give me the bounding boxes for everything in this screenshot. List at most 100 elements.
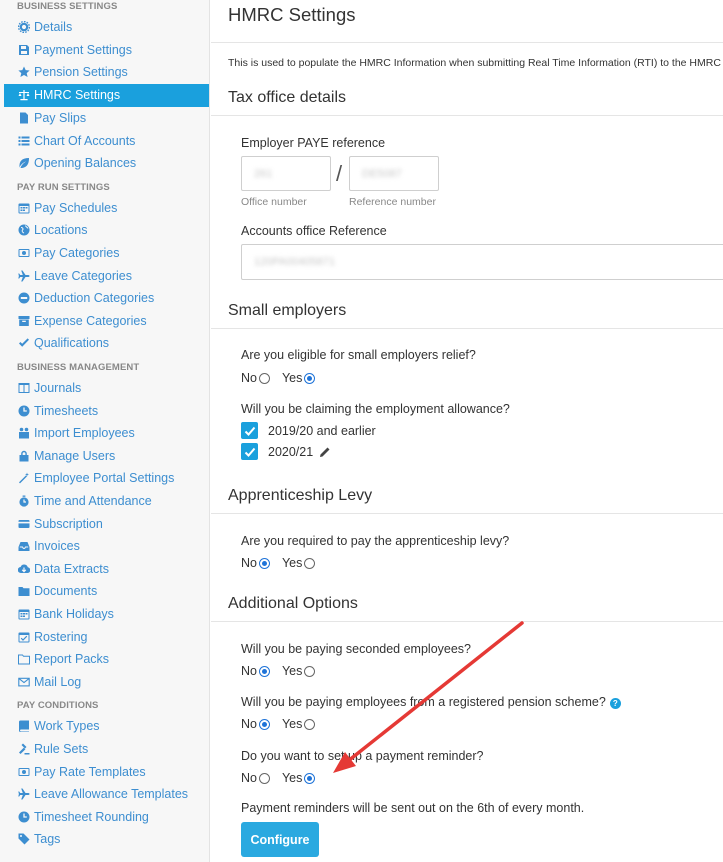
sidebar-item-import-employees[interactable]: Import Employees	[0, 422, 209, 445]
sidebar-item-label: Documents	[34, 584, 98, 599]
sidebar-item-label: Subscription	[34, 516, 103, 531]
sidebar-item-pay-rate-templates[interactable]: Pay Rate Templates	[0, 760, 209, 783]
columns-icon	[18, 382, 30, 394]
sidebar-item-invoices[interactable]: Invoices	[0, 535, 209, 558]
reference-number-input[interactable]: DE5087	[349, 156, 439, 191]
sidebar-item-subscription[interactable]: Subscription	[0, 512, 209, 535]
allowance-2019-checkbox[interactable]	[241, 422, 258, 439]
sidebar-item-label: Chart Of Accounts	[34, 133, 136, 148]
plane-icon	[18, 788, 30, 800]
leaf-icon	[18, 157, 30, 169]
allowance-2020-checkbox[interactable]	[241, 443, 258, 460]
sidebar-item-qualifications[interactable]: Qualifications	[0, 332, 209, 355]
sidebar-item-label: Expense Categories	[34, 313, 147, 328]
divider	[211, 42, 723, 43]
office-number-label: Office number	[241, 196, 307, 208]
apprenticeship-no-radio[interactable]	[258, 557, 270, 569]
office-number-input[interactable]: 261	[241, 156, 331, 191]
allowance-2019-row[interactable]: 2019/20 and earlier	[241, 422, 376, 439]
file-icon	[18, 112, 30, 124]
sidebar-item-payment-settings[interactable]: Payment Settings	[0, 39, 209, 62]
sidebar-item-pay-categories[interactable]: Pay Categories	[0, 242, 209, 265]
sidebar-item-tags[interactable]: Tags	[0, 828, 209, 851]
pencil-icon[interactable]	[319, 446, 331, 458]
sidebar-item-work-types[interactable]: Work Types	[0, 715, 209, 738]
sidebar-item-label: Rostering	[34, 629, 88, 644]
reminder-question: Do you want to set up a payment reminder…	[241, 749, 484, 763]
sidebar-item-leave-categories[interactable]: Leave Categories	[0, 264, 209, 287]
sidebar-item-report-packs[interactable]: Report Packs	[0, 648, 209, 671]
sidebar-item-label: Data Extracts	[34, 561, 110, 576]
sidebar-item-rule-sets[interactable]: Rule Sets	[0, 738, 209, 761]
money-icon	[18, 247, 30, 259]
relief-no-radio[interactable]	[258, 372, 270, 384]
reminder-yes-option[interactable]: Yes	[282, 771, 316, 785]
help-icon[interactable]: ?	[609, 698, 621, 709]
apprenticeship-no-option[interactable]: No	[241, 556, 270, 570]
pension-yes-option[interactable]: Yes	[282, 717, 316, 731]
sidebar-item-journals[interactable]: Journals	[0, 377, 209, 400]
relief-no-option[interactable]: No	[241, 371, 270, 385]
cloud-download-icon	[18, 563, 30, 575]
sidebar-item-deduction-categories[interactable]: Deduction Categories	[0, 287, 209, 310]
reminder-yes-radio[interactable]	[304, 772, 316, 784]
sidebar-item-hmrc-settings[interactable]: HMRC Settings	[4, 83, 209, 107]
reference-separator: /	[336, 161, 343, 186]
accounts-office-label: Accounts office Reference	[241, 224, 387, 238]
sidebar-item-leave-allowance-templates[interactable]: Leave Allowance Templates	[0, 783, 209, 806]
envelope-icon	[18, 676, 30, 688]
configure-button[interactable]: Configure	[241, 822, 319, 857]
credit-card-icon	[18, 518, 30, 530]
sidebar-item-locations[interactable]: Locations	[0, 219, 209, 242]
tax-office-heading: Tax office details	[228, 89, 346, 106]
sidebar-item-label: Timesheets	[34, 403, 99, 418]
sidebar-item-timesheet-rounding[interactable]: Timesheet Rounding	[0, 805, 209, 828]
sidebar-item-employee-portal-settings[interactable]: Employee Portal Settings	[0, 467, 209, 490]
sidebar-item-mail-log[interactable]: Mail Log	[0, 670, 209, 693]
sidebar-item-pay-schedules[interactable]: Pay Schedules	[0, 197, 209, 220]
sidebar-item-label: Manage Users	[34, 448, 116, 463]
small-employers-heading: Small employers	[228, 302, 347, 319]
relief-yes-radio[interactable]	[304, 372, 316, 384]
pension-question: Will you be paying employees from a regi…	[241, 695, 606, 709]
calendar-icon	[18, 202, 30, 214]
relief-yes-option[interactable]: Yes	[282, 371, 316, 385]
apprenticeship-yes-radio[interactable]	[304, 557, 316, 569]
pension-no-option[interactable]: No	[241, 717, 270, 731]
seconded-yes-option[interactable]: Yes	[282, 664, 316, 678]
seconded-no-radio[interactable]	[258, 665, 270, 677]
sidebar-item-rostering[interactable]: Rostering	[0, 625, 209, 648]
sidebar-item-opening-balances[interactable]: Opening Balances	[0, 152, 209, 175]
main-content: HMRC Settings This is used to populate t…	[211, 0, 723, 862]
sidebar-item-documents[interactable]: Documents	[0, 580, 209, 603]
seconded-no-option[interactable]: No	[241, 664, 270, 678]
sidebar-item-expense-categories[interactable]: Expense Categories	[0, 310, 209, 333]
sidebar-item-bank-holidays[interactable]: Bank Holidays	[0, 603, 209, 626]
apprenticeship-yes-option[interactable]: Yes	[282, 556, 316, 570]
allowance-2020-row[interactable]: 2020/21	[241, 443, 331, 460]
sidebar-item-chart-of-accounts[interactable]: Chart Of Accounts	[0, 129, 209, 152]
sidebar-item-pension-settings[interactable]: Pension Settings	[0, 61, 209, 84]
reminder-no-radio[interactable]	[258, 772, 270, 784]
folder-open-icon	[18, 653, 30, 665]
pension-no-radio[interactable]	[258, 718, 270, 730]
sidebar-item-label: Pay Rate Templates	[34, 764, 146, 779]
allowance-2019-label: 2019/20 and earlier	[268, 423, 376, 438]
gavel-icon	[18, 743, 30, 755]
pension-yes-radio[interactable]	[304, 718, 316, 730]
reference-number-label: Reference number	[349, 196, 436, 208]
sidebar-item-label: Rule Sets	[34, 741, 89, 756]
sidebar-item-timesheets[interactable]: Timesheets	[0, 399, 209, 422]
sidebar-item-details[interactable]: Details	[0, 16, 209, 39]
reminder-no-option[interactable]: No	[241, 771, 270, 785]
sidebar-item-label: Pay Categories	[34, 246, 120, 261]
sidebar-item-manage-users[interactable]: Manage Users	[0, 445, 209, 468]
sidebar-item-time-and-attendance[interactable]: Time and Attendance	[0, 490, 209, 513]
sidebar-item-pay-slips[interactable]: Pay Slips	[0, 107, 209, 130]
checkmark-icon	[244, 426, 255, 436]
folder-icon	[18, 585, 30, 597]
sidebar-item-data-extracts[interactable]: Data Extracts	[0, 557, 209, 580]
accounts-office-input[interactable]: 120PA00405871	[241, 244, 723, 280]
seconded-yes-radio[interactable]	[304, 665, 316, 677]
divider	[211, 115, 723, 116]
